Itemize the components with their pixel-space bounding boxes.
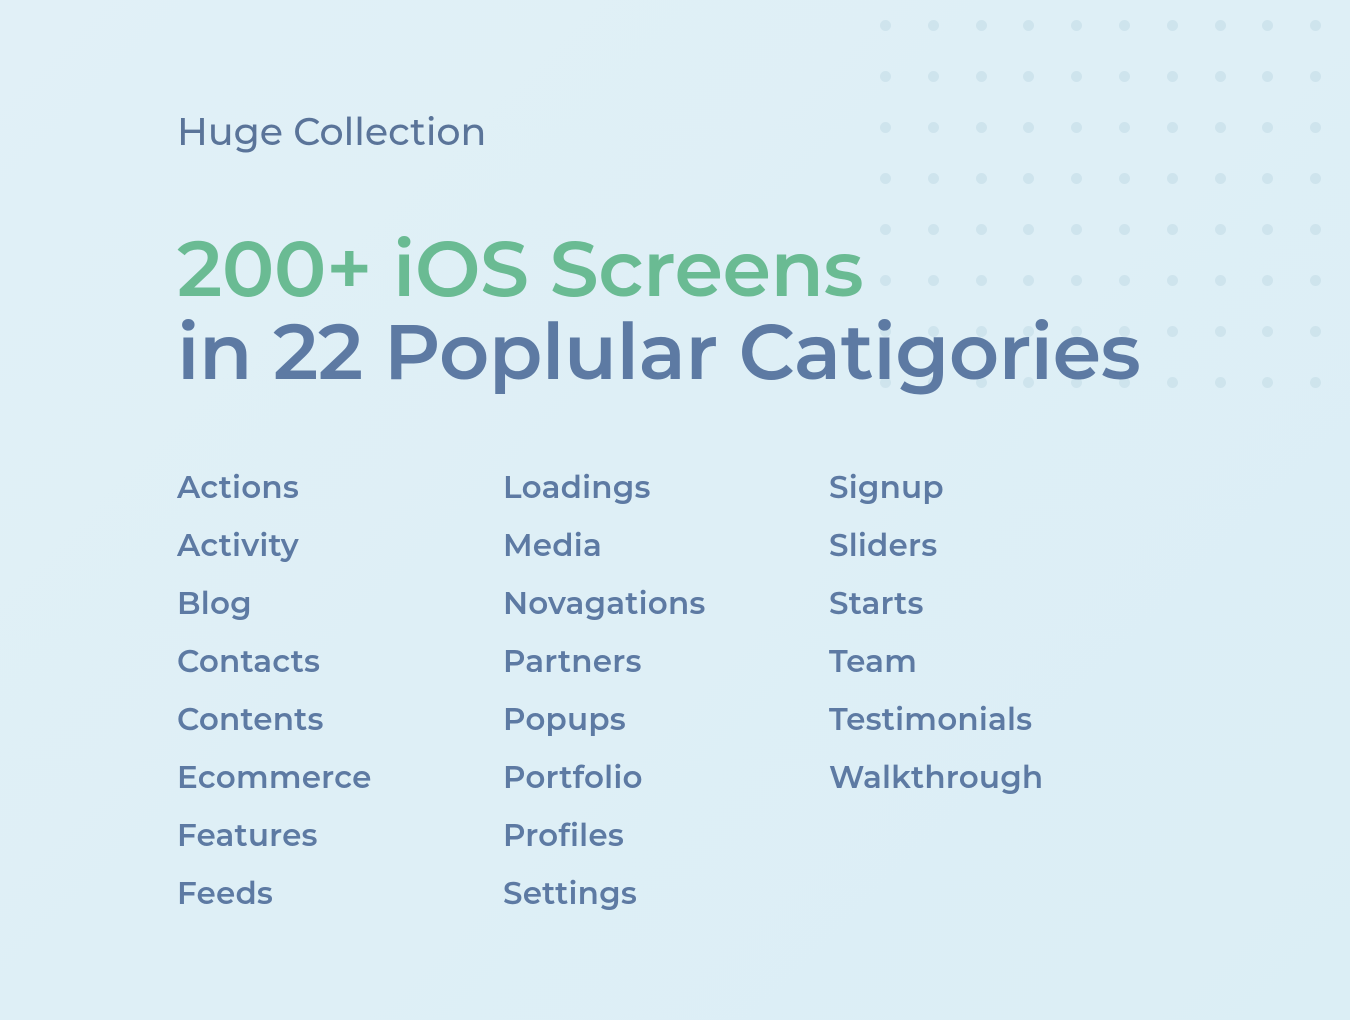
- category-item: Features: [177, 820, 503, 851]
- category-item: Walkthrough: [829, 762, 1155, 793]
- headline: 200+ iOS Screens in 22 Poplular Catigori…: [177, 227, 1350, 394]
- category-column-1: Actions Activity Blog Contacts Contents …: [177, 472, 503, 936]
- category-column-2: Loadings Media Novagations Partners Popu…: [503, 472, 829, 936]
- category-item: Blog: [177, 588, 503, 619]
- category-item: Partners: [503, 646, 829, 677]
- category-item: Novagations: [503, 588, 829, 619]
- headline-line-2: in 22 Poplular Catigories: [177, 303, 1140, 399]
- category-item: Team: [829, 646, 1155, 677]
- category-item: Contents: [177, 704, 503, 735]
- eyebrow-text: Huge Collection: [177, 108, 1350, 155]
- category-item: Ecommerce: [177, 762, 503, 793]
- category-item: Settings: [503, 878, 829, 909]
- headline-line-1: 200+ iOS Screens: [177, 220, 863, 316]
- category-item: Sliders: [829, 530, 1155, 561]
- category-item: Popups: [503, 704, 829, 735]
- category-item: Media: [503, 530, 829, 561]
- category-item: Contacts: [177, 646, 503, 677]
- category-item: Feeds: [177, 878, 503, 909]
- category-item: Signup: [829, 472, 1155, 503]
- category-column-3: Signup Sliders Starts Team Testimonials …: [829, 472, 1155, 936]
- category-item: Activity: [177, 530, 503, 561]
- category-item: Portfolio: [503, 762, 829, 793]
- category-item: Actions: [177, 472, 503, 503]
- categories-grid: Actions Activity Blog Contacts Contents …: [177, 472, 1350, 936]
- category-item: Testimonials: [829, 704, 1155, 735]
- main-content: Huge Collection 200+ iOS Screens in 22 P…: [0, 0, 1350, 936]
- category-item: Profiles: [503, 820, 829, 851]
- category-item: Loadings: [503, 472, 829, 503]
- category-item: Starts: [829, 588, 1155, 619]
